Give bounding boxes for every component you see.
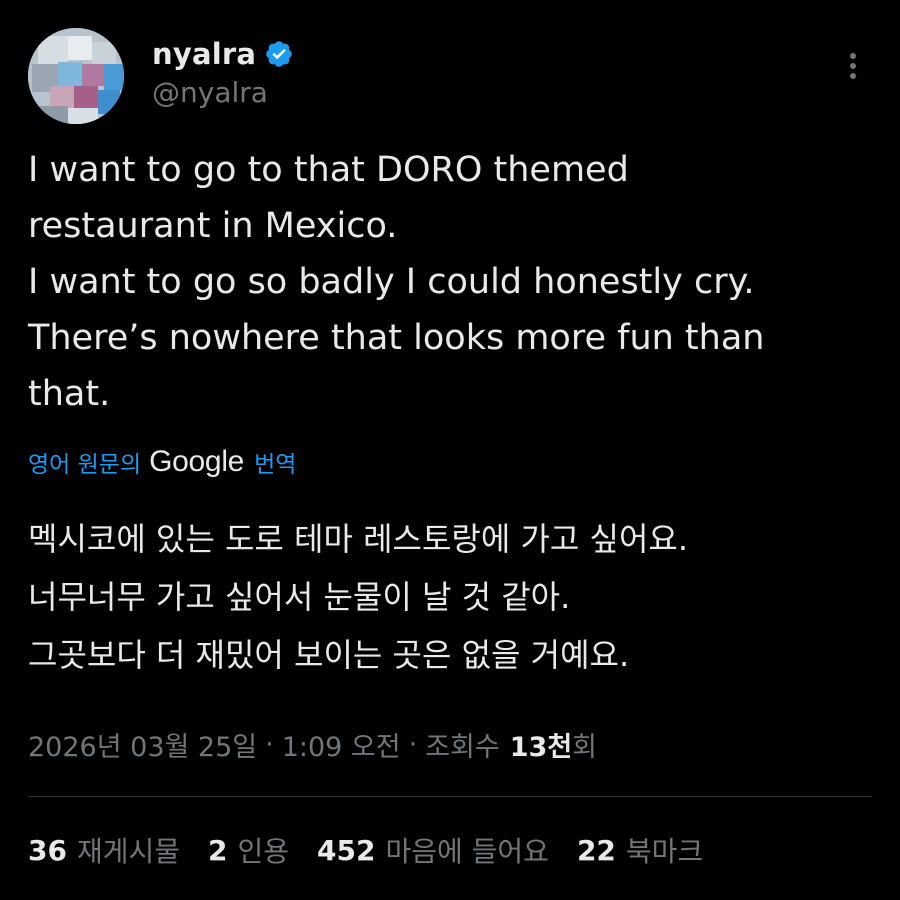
quotes-stat[interactable]: 2 인용 bbox=[208, 830, 289, 870]
display-name[interactable]: nyalra bbox=[152, 37, 256, 71]
reposts-count: 36 bbox=[28, 833, 67, 867]
likes-stat[interactable]: 452 마음에 들어요 bbox=[317, 830, 549, 870]
tweet-text-line: that. bbox=[28, 374, 111, 414]
quotes-count: 2 bbox=[208, 833, 228, 867]
views-count: 13천 bbox=[509, 731, 573, 763]
views-suffix: 회 bbox=[572, 731, 598, 763]
translated-text-line: 너무너무 가고 싶어서 눈물이 날 것 같아. bbox=[28, 578, 571, 616]
likes-count: 452 bbox=[317, 833, 376, 867]
translate-prefix[interactable]: 영어 원문의 bbox=[28, 445, 141, 479]
bookmarks-count: 22 bbox=[576, 833, 616, 867]
more-options-button[interactable] bbox=[838, 50, 868, 82]
engagement-stats: 36 재게시물 2 인용 452 마음에 들어요 22 북마크 bbox=[28, 826, 731, 874]
tweet-text-line: restaurant in Mexico. bbox=[28, 206, 398, 246]
likes-label: 마음에 들어요 bbox=[385, 835, 549, 868]
translated-text: 멕시코에 있는 도로 테마 레스토랑에 가고 싶어요. 너무너무 가고 싶어서 … bbox=[28, 510, 888, 684]
translate-link[interactable]: 영어 원문의 Google 번역 bbox=[28, 444, 296, 480]
meta-separator: · bbox=[265, 728, 274, 760]
translate-suffix[interactable]: 번역 bbox=[254, 445, 296, 479]
meta-separator: · bbox=[408, 728, 418, 760]
translated-text-line: 그곳보다 더 재밌어 보이는 곳은 없을 거예요. bbox=[28, 636, 630, 674]
tweet-text: I want to go to that DORO themed restaur… bbox=[28, 142, 878, 422]
views-label: 조회수 bbox=[425, 731, 500, 763]
author-name-row[interactable]: nyalra bbox=[152, 34, 294, 74]
reposts-stat[interactable]: 36 재게시물 bbox=[28, 830, 180, 870]
divider bbox=[28, 796, 872, 797]
reposts-label: 재게시물 bbox=[76, 835, 181, 868]
quotes-label: 인용 bbox=[237, 835, 290, 868]
tweet-meta: 2026년 03월 25일 · 1:09 오전 · 조회수 13천 회 bbox=[28, 722, 597, 766]
google-logo: Google bbox=[149, 445, 245, 478]
avatar[interactable] bbox=[28, 28, 124, 124]
author-handle[interactable]: @nyalra bbox=[152, 76, 268, 109]
bookmarks-stat[interactable]: 22 북마크 bbox=[577, 830, 703, 870]
translated-text-line: 멕시코에 있는 도로 테마 레스토랑에 가고 싶어요. bbox=[28, 520, 689, 558]
tweet-detail: nyalra @nyalra I want to go to that DORO… bbox=[0, 0, 900, 900]
bookmarks-label: 북마크 bbox=[625, 835, 704, 868]
verified-badge-icon bbox=[266, 41, 292, 67]
tweet-date[interactable]: 2026년 03월 25일 bbox=[28, 725, 257, 764]
tweet-time[interactable]: 1:09 오전 bbox=[282, 725, 401, 764]
tweet-text-line: I want to go so badly I could honestly c… bbox=[28, 262, 755, 302]
avatar-image bbox=[28, 28, 124, 124]
more-vertical-icon bbox=[850, 53, 856, 79]
tweet-text-line: I want to go to that DORO themed bbox=[28, 150, 629, 190]
tweet-text-line: There’s nowhere that looks more fun than bbox=[28, 318, 765, 358]
